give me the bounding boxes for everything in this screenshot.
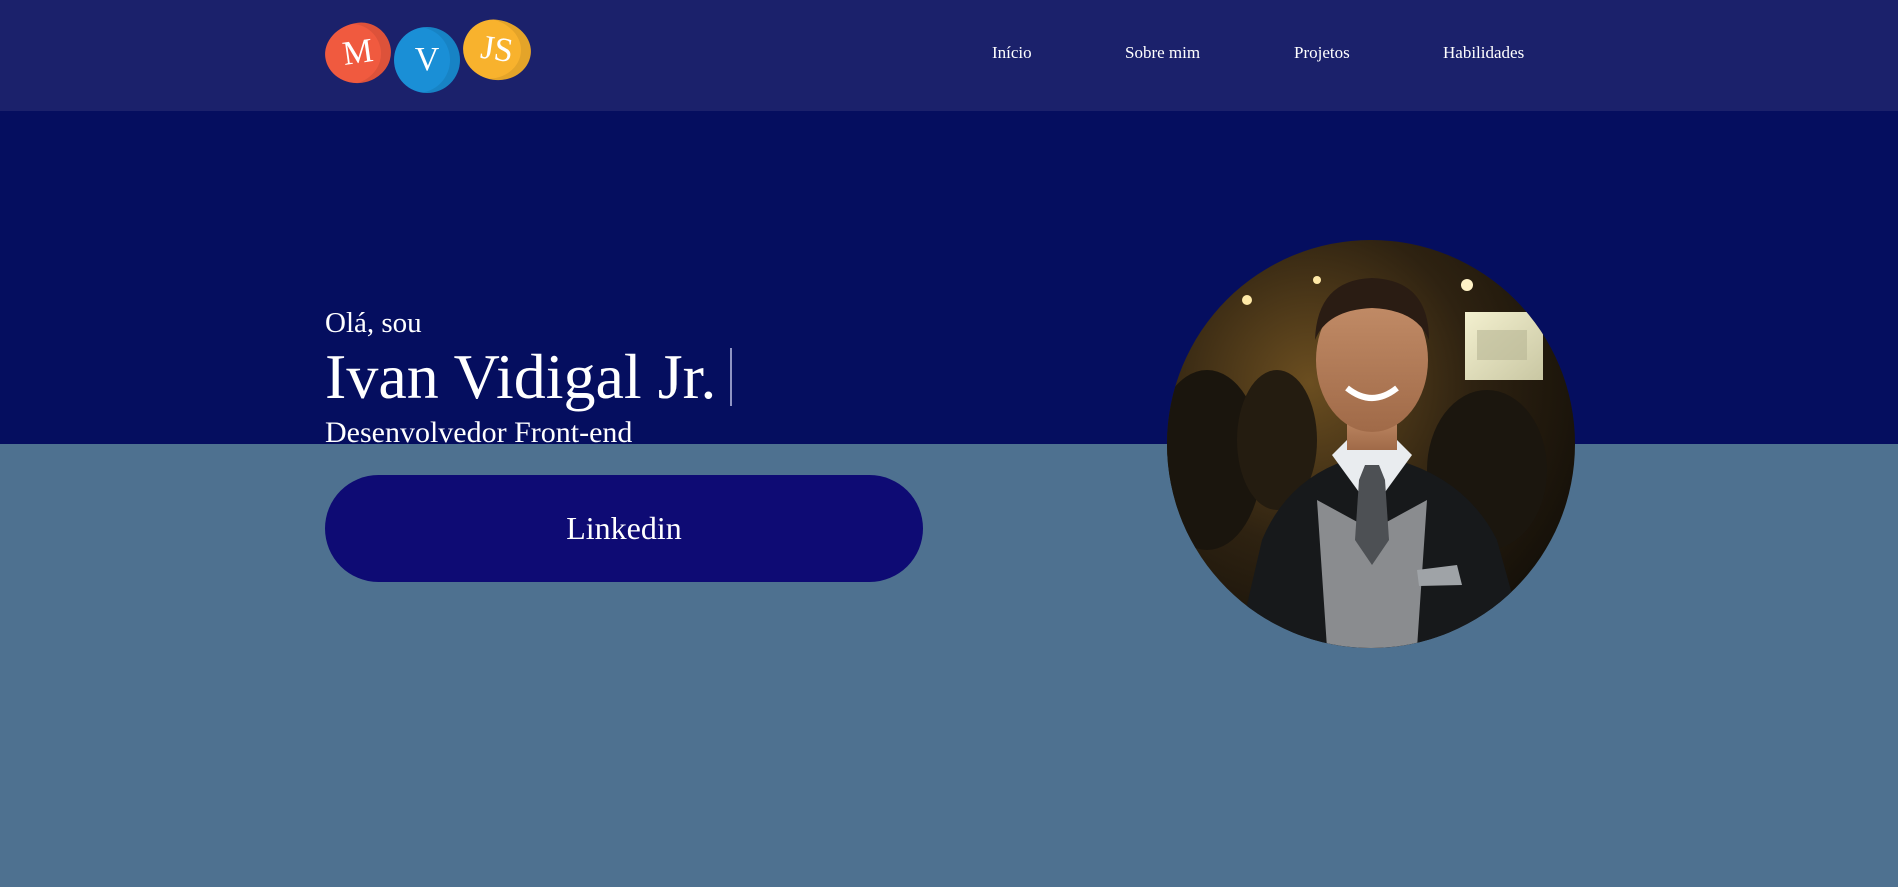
profile-photo-image [1167,240,1575,648]
nav-item-sobre-mim[interactable]: Sobre mim [1125,41,1200,65]
nav-item-projetos[interactable]: Projetos [1294,41,1350,65]
hero-role: Desenvolvedor Front-end [325,416,633,449]
hero-name-line: Ivan Vidigal Jr. [325,341,733,412]
hero-light-band [0,444,1898,887]
nav-item-inicio[interactable]: Início [992,41,1032,65]
profile-photo [1167,240,1575,648]
hero-greeting: Olá, sou [325,307,422,339]
main-nav: Início Sobre mim Projetos Habilidades [0,41,1898,65]
hero-name: Ivan Vidigal Jr. [325,341,717,412]
hero-dark-band [0,111,1898,444]
linkedin-button[interactable]: Linkedin [325,475,923,582]
nav-item-habilidades[interactable]: Habilidades [1443,41,1524,65]
typing-cursor [730,348,733,406]
